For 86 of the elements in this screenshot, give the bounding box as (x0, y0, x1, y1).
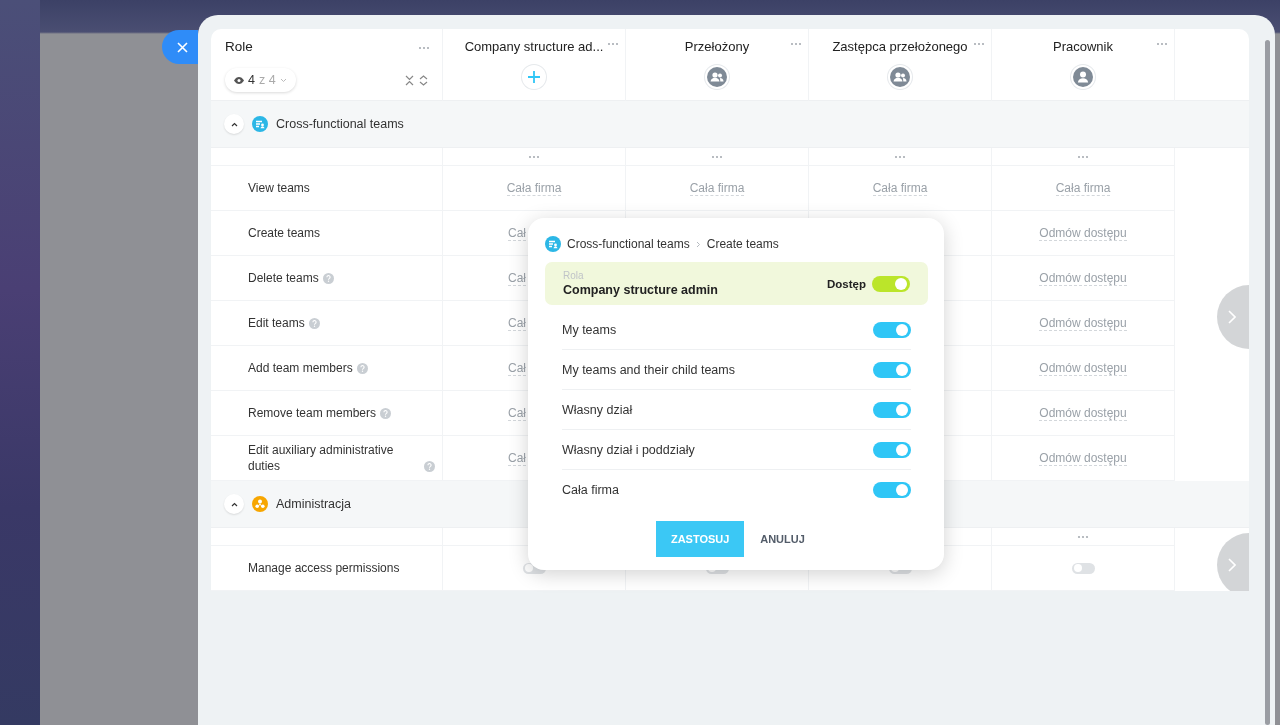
access-link[interactable]: Cała firma (506, 180, 562, 196)
toggle-switch[interactable] (873, 361, 911, 378)
permission-name: Delete teams (248, 270, 319, 286)
toggle-switch[interactable] (873, 401, 911, 418)
collapse-button[interactable] (224, 114, 244, 134)
permission-name: View teams (248, 180, 310, 196)
more-icon[interactable] (790, 42, 802, 46)
help-icon[interactable] (356, 363, 368, 374)
breadcrumb-item[interactable]: Cross-functional teams (567, 237, 690, 251)
more-icon[interactable] (418, 45, 430, 50)
option-label: Cała firma (562, 482, 619, 497)
more-icon[interactable] (894, 154, 906, 159)
access-label: Dostęp (827, 277, 866, 290)
option-label: My teams (562, 322, 617, 337)
more-icon[interactable] (528, 154, 540, 159)
toggle-switch[interactable] (873, 481, 911, 498)
column-title: Company structure ad... (464, 39, 604, 56)
more-icon[interactable] (1077, 534, 1089, 539)
expand-all-icon[interactable] (419, 74, 428, 86)
chevron-right-icon (1228, 558, 1236, 572)
access-link[interactable]: Cał (508, 225, 526, 241)
section-title: Administracja (276, 497, 352, 511)
access-link[interactable]: Odmów dostępu (1039, 450, 1127, 466)
chevron-icon (230, 501, 238, 507)
apply-button[interactable]: ZASTOSUJ (656, 521, 745, 557)
column-title: Pracownik (1053, 39, 1113, 56)
access-link[interactable]: Cał (508, 360, 526, 376)
person-icon[interactable] (1071, 65, 1095, 89)
access-link[interactable]: Cał (508, 315, 526, 331)
permission-name: Add team members (248, 360, 353, 376)
column-title: Zastępca przełożonego (832, 39, 968, 56)
toggle-switch[interactable] (1071, 562, 1095, 574)
toggle-switch[interactable] (873, 441, 911, 458)
option-label: Własny dział (562, 402, 633, 417)
access-link[interactable]: Cał (508, 405, 526, 421)
access-link[interactable]: Odmów dostępu (1039, 405, 1127, 421)
close-icon (176, 41, 188, 53)
group-icon[interactable] (888, 65, 912, 89)
toggle-switch[interactable] (872, 275, 910, 292)
permission-name: Edit auxiliary administrative duties (248, 442, 395, 474)
help-icon[interactable] (424, 461, 435, 472)
collapse-button[interactable] (224, 494, 244, 514)
access-link[interactable]: Cała firma (689, 180, 745, 196)
permission-name: Create teams (248, 225, 321, 241)
section-title: Cross-functional teams (276, 117, 404, 131)
collapse-all-icon[interactable] (405, 74, 414, 86)
access-link[interactable]: Cała firma (1055, 180, 1111, 196)
column-title: Przełożony (684, 39, 750, 56)
close-button[interactable] (162, 30, 198, 64)
option-label: My teams and their child teams (562, 362, 735, 377)
people-icon (252, 496, 268, 512)
teams-icon (545, 236, 561, 252)
more-icon[interactable] (973, 42, 985, 46)
filter-dropdown[interactable]: 4 z 4 (225, 68, 296, 92)
group-icon[interactable] (705, 65, 729, 89)
teams-icon (252, 116, 268, 132)
access-link[interactable]: Cał (508, 270, 526, 286)
option-label: Własny dział i poddziały (562, 442, 695, 457)
help-icon[interactable] (380, 408, 392, 419)
chevron-right-icon (695, 240, 701, 248)
scrollbar[interactable] (1265, 40, 1270, 725)
permission-name: Edit teams (248, 315, 305, 331)
permission-name: Manage access permissions (248, 560, 400, 576)
chevron-right-icon (1228, 310, 1236, 324)
help-icon[interactable] (322, 273, 334, 284)
permission-name: Remove team members (248, 405, 377, 421)
more-icon[interactable] (607, 42, 619, 46)
add-icon[interactable] (522, 65, 546, 89)
chevron-icon (230, 121, 238, 127)
more-icon[interactable] (711, 154, 723, 159)
role-name: Company structure admin (563, 283, 718, 297)
access-link[interactable]: Odmów dostępu (1039, 360, 1127, 376)
eye-icon (234, 76, 244, 84)
caret-icon (279, 77, 287, 83)
breadcrumb-item: Create teams (706, 237, 779, 251)
access-link[interactable]: Cał (508, 450, 526, 466)
access-link[interactable]: Odmów dostępu (1039, 315, 1127, 331)
toggle-switch[interactable] (873, 321, 911, 338)
help-icon[interactable] (308, 318, 320, 329)
column-title: Role (225, 39, 253, 56)
access-link[interactable]: Odmów dostępu (1039, 270, 1127, 286)
access-link[interactable]: Odmów dostępu (1039, 225, 1127, 241)
cancel-button[interactable]: ANULUJ (748, 521, 817, 557)
access-link[interactable]: Cała firma (872, 180, 928, 196)
more-icon[interactable] (1077, 154, 1089, 159)
more-icon[interactable] (1156, 42, 1168, 46)
